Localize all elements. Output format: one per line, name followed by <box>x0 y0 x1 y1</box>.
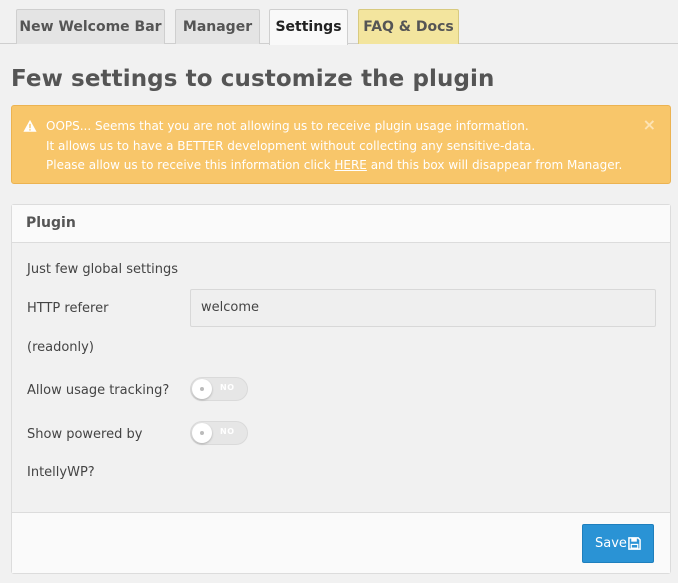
save-button[interactable]: Save <box>582 524 654 563</box>
alert-line-3: Please allow us to receive this informat… <box>46 156 636 176</box>
http-referer-sublabel: (readonly) <box>27 340 94 355</box>
panel-footer: Save <box>12 512 670 573</box>
toggle-knob <box>192 379 212 399</box>
http-referer-label: HTTP referer <box>27 301 109 316</box>
powered-by-toggle[interactable]: NO <box>190 421 248 445</box>
tab-bar: New Welcome Bar Manager Settings FAQ & D… <box>0 0 678 45</box>
alert-here-link[interactable]: HERE <box>334 158 367 172</box>
panel-title: Plugin <box>26 215 76 231</box>
alert-line-3-before: Please allow us to receive this informat… <box>46 158 335 172</box>
alert-message: OOPS... Seems that you are not allowing … <box>46 117 636 176</box>
panel-header: Plugin <box>12 205 670 243</box>
toggle-knob <box>192 423 212 443</box>
close-icon[interactable]: × <box>643 115 656 135</box>
page-title: Few settings to customize the plugin <box>11 66 495 92</box>
usage-tracking-alert: OOPS... Seems that you are not allowing … <box>11 105 671 184</box>
alert-line-2: It allows us to have a BETTER developmen… <box>46 138 536 153</box>
tab-faq-docs[interactable]: FAQ & Docs <box>358 9 459 44</box>
usage-tracking-state: NO <box>220 383 235 392</box>
tab-manager[interactable]: Manager <box>175 9 260 44</box>
floppy-disk-icon <box>628 537 641 550</box>
alert-line-1: OOPS... Seems that you are not allowing … <box>46 119 529 133</box>
save-button-label: Save <box>595 536 627 551</box>
http-referer-field[interactable]: welcome <box>190 289 656 327</box>
powered-by-state: NO <box>220 427 235 436</box>
tab-settings[interactable]: Settings <box>269 9 348 45</box>
usage-tracking-label: Allow usage tracking? <box>27 383 170 398</box>
alert-line-3-after: and this box will disappear from Manager… <box>366 158 623 172</box>
plugin-settings-panel: Plugin Just few global settings HTTP ref… <box>11 204 671 574</box>
warning-icon <box>23 119 37 132</box>
tab-new-welcome-bar[interactable]: New Welcome Bar <box>16 9 165 44</box>
powered-by-label-2: IntellyWP? <box>27 465 95 480</box>
panel-intro: Just few global settings <box>27 262 179 277</box>
powered-by-label: Show powered by <box>27 427 143 442</box>
usage-tracking-toggle[interactable]: NO <box>190 377 248 401</box>
